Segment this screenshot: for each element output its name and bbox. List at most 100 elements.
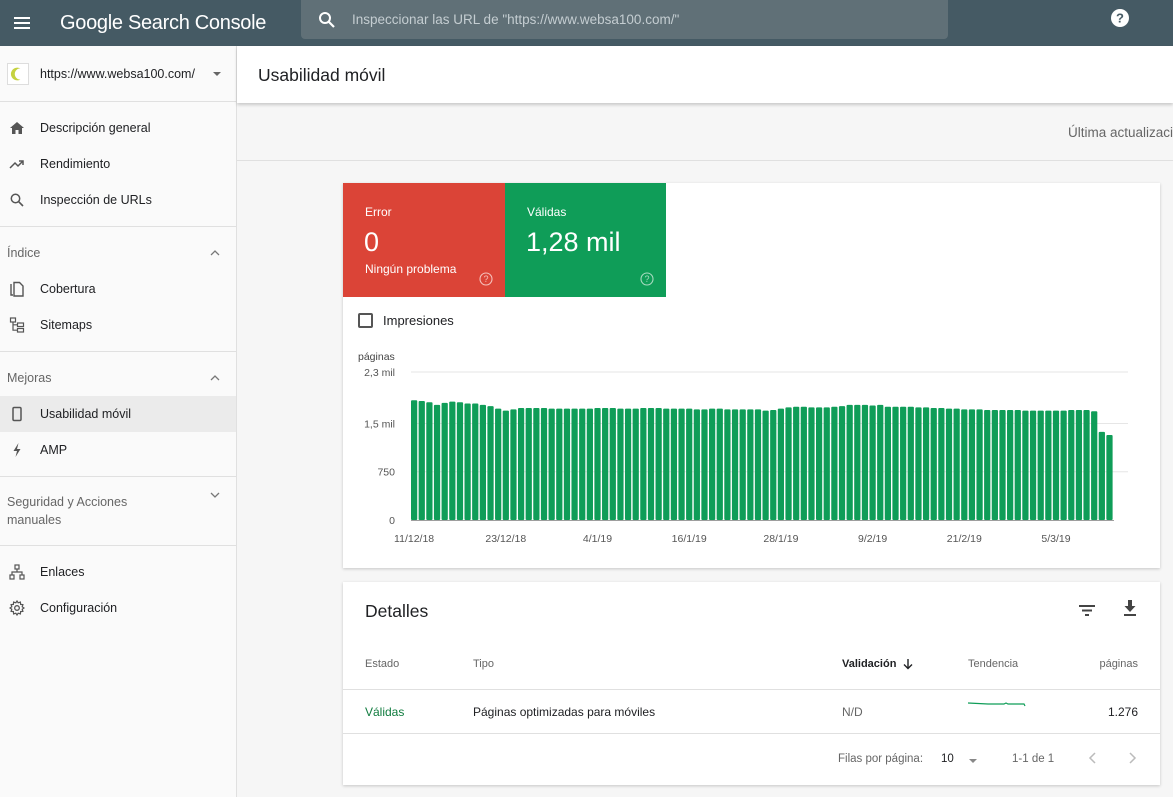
chart-bar <box>441 402 448 520</box>
chart-bar <box>938 408 945 520</box>
impressions-checkbox[interactable]: Impresiones <box>358 313 454 328</box>
chart-bar <box>433 404 441 520</box>
sidebar-item-label: Enlaces <box>40 565 85 579</box>
chart-bar <box>1091 411 1098 520</box>
chart-bar <box>517 408 525 520</box>
chart-bar <box>1106 435 1113 520</box>
rows-per-page-label: Filas por página: <box>838 753 924 765</box>
section-label: Mejoras <box>7 371 52 385</box>
row-type: Páginas optimizadas para móviles <box>473 705 656 719</box>
home-icon <box>8 119 26 137</box>
sidebar: https://www.websa100.com/ Descripción ge… <box>0 46 237 797</box>
column-header-validation[interactable]: Validación <box>842 658 914 670</box>
error-tile-subtext: Ningún problema <box>365 262 457 276</box>
download-icon[interactable] <box>1120 598 1140 618</box>
chart-bar <box>831 406 838 520</box>
section-security-toggle[interactable]: Seguridad y Acciones manuales <box>0 485 236 537</box>
column-header-pages[interactable]: páginas <box>1099 658 1138 670</box>
filter-icon[interactable] <box>1077 600 1097 620</box>
chart-bar <box>1014 409 1021 520</box>
chart-bar <box>479 404 487 520</box>
chart-bar <box>1098 431 1105 520</box>
y-tick-label: 1,5 mil <box>364 418 395 430</box>
table-row[interactable]: Válidas Páginas optimizadas para móviles… <box>343 689 1160 734</box>
chart-bar <box>984 409 991 520</box>
row-pages: 1.276 <box>1107 705 1138 719</box>
details-table-card: Detalles Estado Tipo Validación Tendenci… <box>343 582 1160 785</box>
chart-bar <box>976 409 983 520</box>
sidebar-item-coverage[interactable]: Cobertura <box>0 271 236 307</box>
pagination-range: 1-1 de 1 <box>1012 753 1055 765</box>
bolt-icon <box>8 441 26 459</box>
chart-bar <box>670 408 678 520</box>
chart-bar <box>968 409 976 520</box>
sidebar-item-performance[interactable]: Rendimiento <box>0 146 236 182</box>
summary-chart-card: Error 0 Ningún problema ? Válidas 1,28 m… <box>343 183 1160 568</box>
chart-bar <box>884 406 891 520</box>
sidebar-item-settings[interactable]: Configuración <box>0 590 236 626</box>
nav-group-main: Descripción general Rendimiento Inspecci… <box>0 102 236 227</box>
y-tick-label: 2,3 mil <box>364 367 395 379</box>
chart-bar <box>1007 409 1014 520</box>
chart-bar <box>464 403 471 520</box>
sidebar-item-links[interactable]: Enlaces <box>0 554 236 590</box>
chart-bar <box>586 408 593 520</box>
links-network-icon <box>8 563 26 581</box>
checkbox-box[interactable] <box>358 313 373 328</box>
sidebar-item-mobile-usability[interactable]: Usabilidad móvil <box>0 396 236 432</box>
chart-bar <box>854 404 861 520</box>
previous-page-button[interactable] <box>1086 750 1100 766</box>
error-summary-tile[interactable]: Error 0 Ningún problema ? <box>343 183 505 297</box>
app-title[interactable]: Google Search Console <box>60 12 266 35</box>
y-tick-label: 750 <box>377 467 395 479</box>
main-menu-button[interactable] <box>4 5 40 41</box>
chart-bar <box>1037 410 1044 520</box>
chart-bar <box>869 405 876 520</box>
chart-bar <box>426 402 433 520</box>
chart-bar <box>594 408 601 520</box>
chart-bar <box>762 410 769 520</box>
chart-bar <box>724 409 731 520</box>
trending-up-icon <box>8 155 26 173</box>
error-tile-value: 0 <box>364 227 380 257</box>
chart-bar <box>709 408 716 520</box>
section-label-line1: Seguridad y Acciones <box>7 495 128 509</box>
nav-group-bottom: Enlaces Configuración <box>0 546 236 634</box>
dropdown-caret-icon[interactable] <box>969 759 977 763</box>
url-inspection-search[interactable] <box>301 0 948 39</box>
crescent-logo-icon <box>10 67 21 80</box>
rows-per-page-select[interactable]: 10 <box>941 753 954 765</box>
chart-bar <box>548 408 555 520</box>
chart-bar <box>907 406 914 520</box>
help-circle-icon[interactable]: ? <box>479 272 493 286</box>
sidebar-item-label: Usabilidad móvil <box>40 407 132 421</box>
help-button[interactable]: ? <box>1110 8 1130 28</box>
chart-bar <box>793 406 800 520</box>
chart-bar <box>456 402 464 520</box>
property-selector[interactable]: https://www.websa100.com/ <box>0 46 236 102</box>
chart-bar <box>1075 409 1083 520</box>
section-improvements-toggle[interactable]: Mejoras <box>0 360 236 396</box>
chart-bar <box>1060 410 1067 520</box>
chart-bar <box>945 408 953 520</box>
column-header-status[interactable]: Estado <box>365 658 399 670</box>
sidebar-item-url-inspection[interactable]: Inspección de URLs <box>0 182 236 218</box>
x-tick-label: 16/1/19 <box>672 533 707 545</box>
next-page-button[interactable] <box>1125 750 1139 766</box>
chart-bar <box>731 409 739 520</box>
row-status: Válidas <box>365 705 405 719</box>
sidebar-item-label: Configuración <box>40 601 118 615</box>
help-circle-icon[interactable]: ? <box>640 272 654 286</box>
chart-bar <box>663 408 670 520</box>
section-index-toggle[interactable]: Índice <box>0 235 236 271</box>
column-header-trend[interactable]: Tendencia <box>968 658 1018 670</box>
sidebar-item-overview[interactable]: Descripción general <box>0 110 236 146</box>
column-header-type[interactable]: Tipo <box>473 658 494 670</box>
chart-bar <box>449 401 456 520</box>
url-inspection-input[interactable] <box>352 12 912 27</box>
valid-summary-tile[interactable]: Válidas 1,28 mil ? <box>505 183 666 297</box>
nav-group-security: Seguridad y Acciones manuales <box>0 477 236 546</box>
sidebar-item-sitemaps[interactable]: Sitemaps <box>0 307 236 343</box>
sidebar-item-amp[interactable]: AMP <box>0 432 236 468</box>
chart-bar <box>472 403 479 520</box>
